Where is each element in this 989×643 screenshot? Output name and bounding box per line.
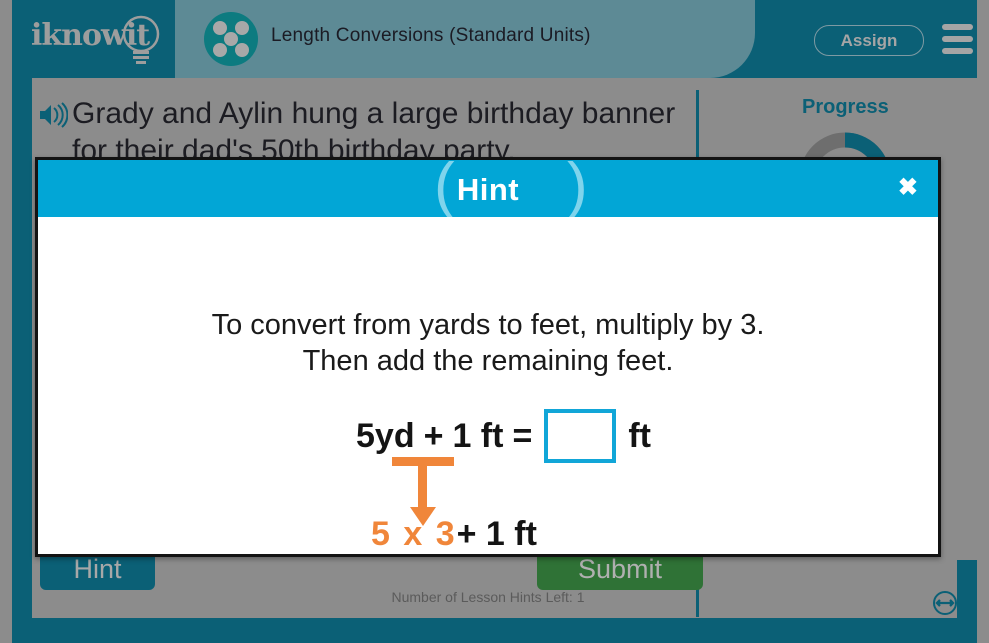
hamburger-bar-2 xyxy=(942,36,973,42)
dot-bottom-right xyxy=(235,43,249,57)
hint-modal-title: Hint xyxy=(456,172,520,207)
hamburger-menu-icon[interactable] xyxy=(942,24,973,54)
hint-text-line-2: Then add the remaining feet. xyxy=(302,345,674,377)
answer-input-box[interactable] xyxy=(544,409,617,463)
app-window: iknowit Length Conversions (Standard Uni… xyxy=(0,0,989,643)
dot-bottom-left xyxy=(213,43,227,57)
speaker-audio-icon[interactable] xyxy=(38,102,68,128)
dot-center xyxy=(224,32,238,46)
dot-top-left xyxy=(213,21,227,35)
arrow-stem xyxy=(418,464,427,510)
work-remainder: + 1 ft xyxy=(456,515,537,553)
hint-modal-body: To convert from yards to feet, multiply … xyxy=(38,217,938,605)
dot-top-right xyxy=(235,21,249,35)
lightbulb-icon xyxy=(122,15,160,64)
equation-term-yards: 5yd xyxy=(356,416,415,455)
hamburger-bar-3 xyxy=(942,48,973,54)
hint-text-line-1: To convert from yards to feet, multiply … xyxy=(211,309,765,341)
hints-remaining-label: Number of Lesson Hints Left: 1 xyxy=(391,589,585,605)
frame-bottom-border xyxy=(12,618,977,643)
hamburger-bar-1 xyxy=(942,24,973,30)
equation-unit-label: ft xyxy=(628,416,651,455)
work-multiplication: 5 x 3 xyxy=(371,515,457,553)
equation-term-feet: 1 ft xyxy=(452,416,504,455)
equation-plus-sign: + xyxy=(423,416,444,455)
progress-label: Progress xyxy=(802,96,889,118)
hint-work-expression: 5 x 3+ 1 ft xyxy=(371,515,537,554)
frame-right-border xyxy=(957,560,977,643)
lesson-title: Length Conversions (Standard Units) xyxy=(271,25,591,46)
app-header: iknowit Length Conversions (Standard Uni… xyxy=(12,0,977,78)
hint-modal-header: ( ) Hint ✖ xyxy=(38,155,938,217)
iknowit-logo[interactable]: iknowit xyxy=(29,12,169,68)
hint-modal: ( ) Hint ✖ To convert from yards to feet… xyxy=(35,155,941,605)
lesson-five-dots-icon xyxy=(204,12,258,66)
assign-button[interactable]: Assign xyxy=(814,25,924,56)
equation-equals-sign: = xyxy=(512,416,533,455)
hint-equation: 5yd + 1 ft = ft xyxy=(356,409,651,463)
frame-left-border xyxy=(12,0,32,643)
close-icon[interactable]: ✖ xyxy=(898,176,918,200)
